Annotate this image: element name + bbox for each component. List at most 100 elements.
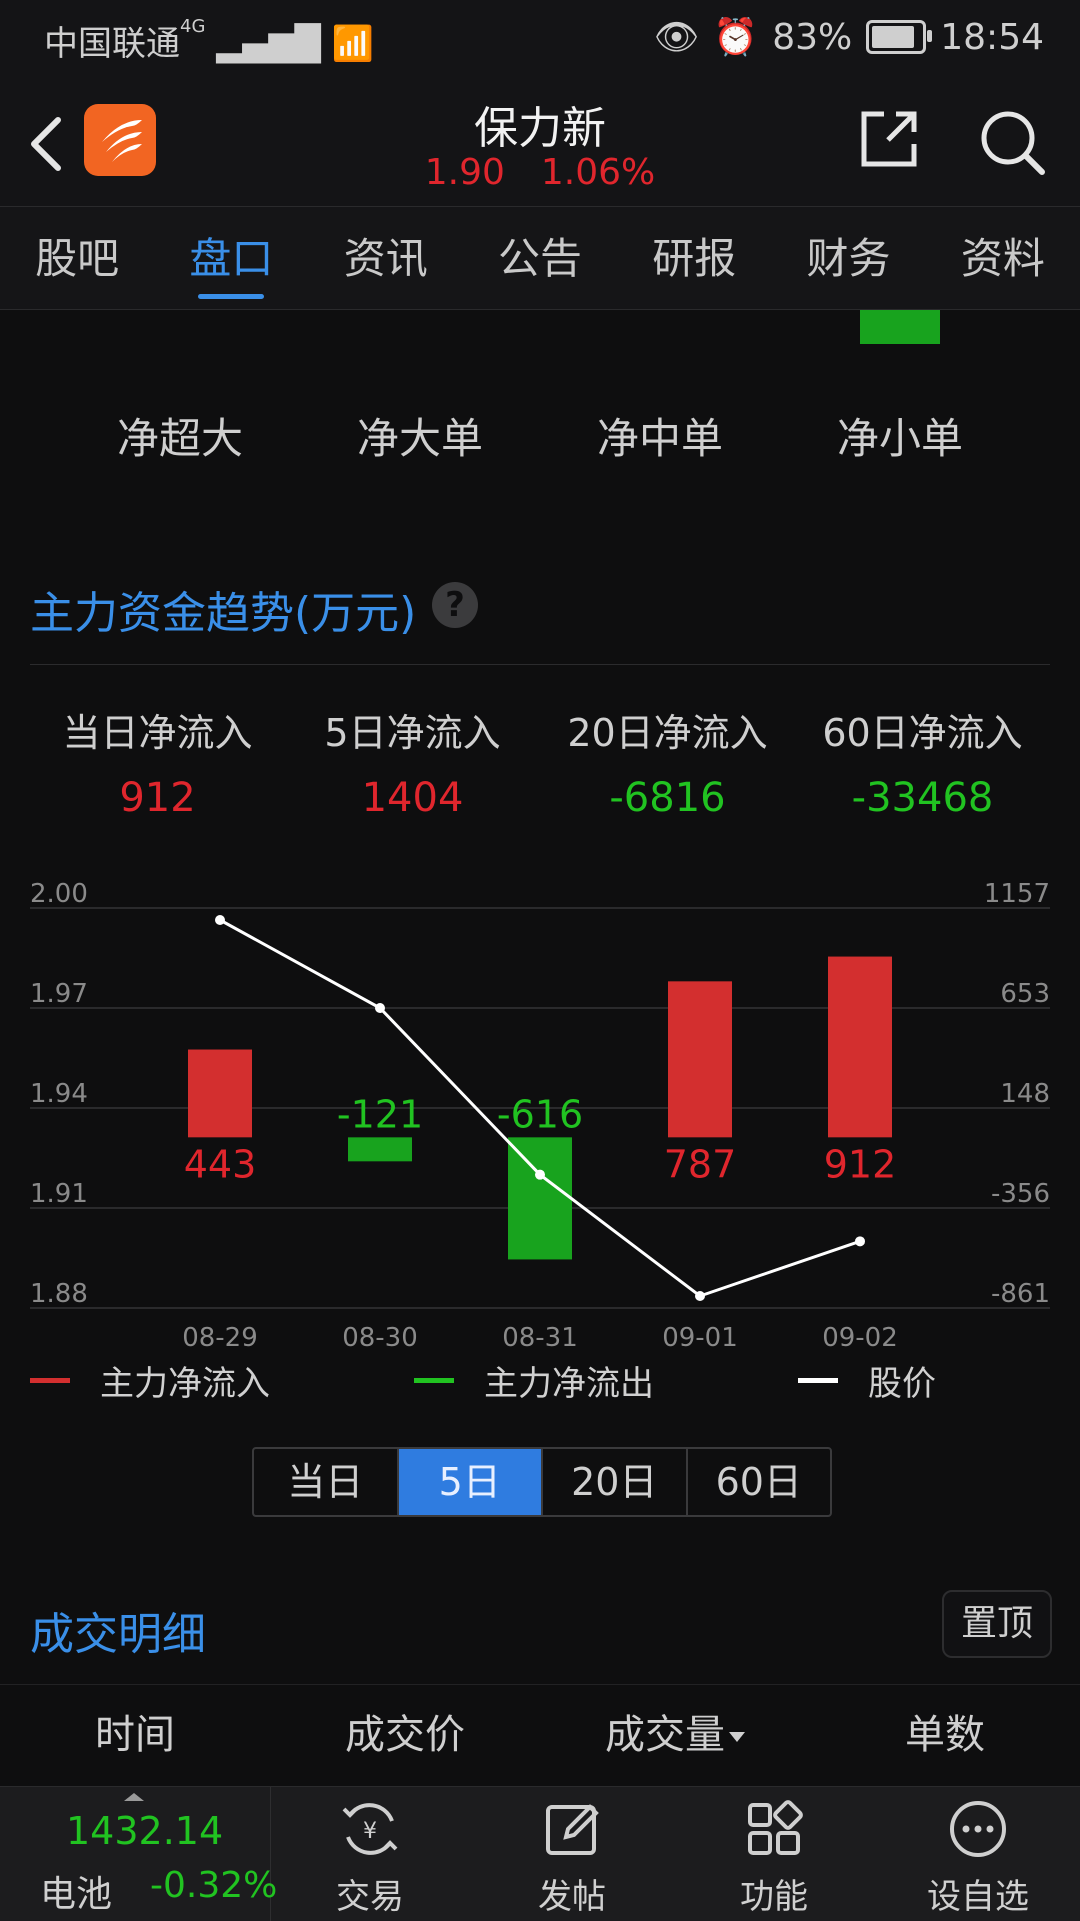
flow-bar bbox=[188, 1049, 252, 1138]
index-ticker[interactable]: 1432.14 电池 -0.32% bbox=[0, 1787, 277, 1921]
help-icon[interactable]: ? bbox=[432, 582, 478, 628]
x-tick-label: 08-31 bbox=[502, 1323, 578, 1353]
flow-60d: 60日净流入 -33468 bbox=[795, 702, 1050, 821]
stock-header: 保力新 1.90 1.06% bbox=[0, 78, 1080, 207]
col-count[interactable]: 单数 bbox=[810, 1685, 1080, 1785]
x-tick-label: 09-01 bbox=[662, 1323, 738, 1353]
stock-price: 1.90 bbox=[424, 152, 505, 193]
legend-swatch bbox=[30, 1378, 70, 1383]
y-left-tick: 2.00 bbox=[30, 880, 88, 909]
trade-label: 交易 bbox=[336, 1877, 404, 1917]
y-left-tick: 1.94 bbox=[30, 1079, 88, 1109]
y-right-tick: -356 bbox=[991, 1179, 1050, 1209]
x-tick-label: 09-02 bbox=[822, 1323, 898, 1353]
add-watchlist-label: 设自选 bbox=[927, 1877, 1029, 1917]
period-20d[interactable]: 20日 bbox=[543, 1449, 688, 1515]
flow-bar bbox=[828, 956, 892, 1138]
divider bbox=[30, 664, 1050, 665]
tab-guba[interactable]: 股吧 bbox=[0, 207, 154, 309]
status-right: 👁 ⏰ 83% 18:54 bbox=[654, 16, 1044, 59]
bar-value-label: -616 bbox=[497, 1092, 583, 1136]
net-label-super: 净超大 bbox=[116, 414, 243, 463]
battery-percent: 83% bbox=[772, 16, 853, 58]
y-right-tick: -861 bbox=[991, 1279, 1050, 1309]
tab-profile[interactable]: 资料 bbox=[926, 207, 1080, 309]
net-label-medium: 净中单 bbox=[596, 414, 723, 463]
y-right-tick: 1157 bbox=[984, 880, 1050, 909]
flow-summary: 当日净流入 912 5日净流入 1404 20日净流入 -6816 60日净流入… bbox=[30, 702, 1050, 821]
legend-outflow: 主力净流出 bbox=[414, 1356, 654, 1405]
deal-table-header: 时间 成交价 成交量 单数 bbox=[0, 1685, 1080, 1785]
add-watchlist-button[interactable]: 设自选 bbox=[878, 1787, 1078, 1921]
status-bar: 中国联通4G ▂▄▆█ 📶 👁 ⏰ 83% 18:54 bbox=[0, 0, 1080, 78]
post-button[interactable]: 发帖 bbox=[472, 1787, 672, 1921]
tab-finance[interactable]: 财务 bbox=[771, 207, 925, 309]
trade-icon: ¥ bbox=[342, 1803, 398, 1855]
period-5d[interactable]: 5日 bbox=[398, 1449, 543, 1515]
svg-text:¥: ¥ bbox=[363, 1819, 377, 1844]
legend-swatch bbox=[798, 1378, 838, 1383]
y-left-tick: 1.91 bbox=[30, 1179, 88, 1209]
price-point bbox=[215, 915, 225, 925]
search-icon[interactable] bbox=[978, 108, 1046, 176]
flow-label: 20日净流入 bbox=[567, 711, 768, 755]
col-price[interactable]: 成交价 bbox=[270, 1685, 540, 1785]
flow-bar bbox=[508, 1137, 572, 1260]
y-left-tick: 1.97 bbox=[30, 979, 88, 1009]
trade-button[interactable]: ¥ 交易 bbox=[270, 1787, 470, 1921]
flow-bar bbox=[348, 1137, 412, 1162]
pin-top-button[interactable]: 置顶 bbox=[942, 1590, 1052, 1658]
stock-change: 1.06% bbox=[540, 152, 656, 193]
tab-news[interactable]: 资讯 bbox=[309, 207, 463, 309]
functions-label: 功能 bbox=[740, 1877, 808, 1917]
period-selector: 当日 5日 20日 60日 bbox=[252, 1447, 832, 1517]
price-point bbox=[535, 1169, 545, 1180]
expand-up-icon bbox=[124, 1793, 144, 1801]
x-tick-label: 08-29 bbox=[182, 1323, 258, 1353]
share-icon[interactable] bbox=[858, 108, 920, 170]
bottom-bar: 1432.14 电池 -0.32% ¥ 交易 发帖 功能 设自选 bbox=[0, 1786, 1080, 1921]
tab-pankou[interactable]: 盘口 bbox=[154, 207, 308, 309]
flow-label: 5日净流入 bbox=[324, 711, 501, 755]
col-volume[interactable]: 成交量 bbox=[540, 1685, 810, 1785]
deal-detail-title: 成交明细 bbox=[30, 1609, 206, 1660]
flow-today: 当日净流入 912 bbox=[30, 702, 285, 821]
post-label: 发帖 bbox=[538, 1877, 606, 1917]
apps-icon bbox=[748, 1800, 803, 1855]
index-name: 电池 bbox=[40, 1874, 113, 1915]
col-time[interactable]: 时间 bbox=[0, 1685, 270, 1785]
x-tick-label: 08-30 bbox=[342, 1323, 418, 1353]
price-point bbox=[695, 1291, 705, 1301]
price-point bbox=[375, 1003, 385, 1013]
clock: 18:54 bbox=[940, 16, 1044, 58]
tab-bar: 股吧 盘口 资讯 公告 研报 财务 资料 bbox=[0, 207, 1080, 310]
tab-research[interactable]: 研报 bbox=[617, 207, 771, 309]
y-right-tick: 148 bbox=[1000, 1079, 1050, 1109]
flow-value: -33468 bbox=[851, 775, 994, 821]
price-point bbox=[855, 1236, 865, 1247]
fund-trend-chart: 2.00 1157 1.97 653 1.94 148 1.91 -356 1.88 -861 44… bbox=[30, 880, 1050, 1353]
flow-value: 912 bbox=[119, 775, 196, 821]
alarm-icon: ⏰ bbox=[713, 17, 759, 58]
index-value: 1432.14 bbox=[66, 1809, 224, 1853]
net-small-bar bbox=[860, 310, 940, 344]
functions-button[interactable]: 功能 bbox=[674, 1787, 874, 1921]
bar-value-label: 912 bbox=[824, 1142, 897, 1186]
bar-value-label: 443 bbox=[184, 1142, 257, 1186]
flow-value: 1404 bbox=[361, 775, 464, 821]
net-order-labels: 净超大 净大单 净中单 净小单 bbox=[0, 405, 1080, 466]
sort-down-icon bbox=[729, 1732, 745, 1742]
tab-announcements[interactable]: 公告 bbox=[463, 207, 617, 309]
more-icon bbox=[950, 1801, 1006, 1857]
period-60d[interactable]: 60日 bbox=[688, 1449, 831, 1515]
trend-title: 主力资金趋势(万元) bbox=[30, 588, 417, 639]
legend-inflow: 主力净流入 bbox=[30, 1356, 270, 1405]
flow-label: 60日净流入 bbox=[822, 711, 1023, 755]
net-label-small: 净小单 bbox=[836, 414, 963, 463]
flow-5d: 5日净流入 1404 bbox=[285, 702, 540, 821]
carrier-label: 中国联通4G ▂▄▆█ 📶 bbox=[44, 16, 374, 64]
legend-swatch bbox=[414, 1378, 454, 1383]
flow-label: 当日净流入 bbox=[62, 711, 253, 755]
period-today[interactable]: 当日 bbox=[254, 1449, 399, 1515]
bar-value-label: 787 bbox=[664, 1142, 737, 1186]
